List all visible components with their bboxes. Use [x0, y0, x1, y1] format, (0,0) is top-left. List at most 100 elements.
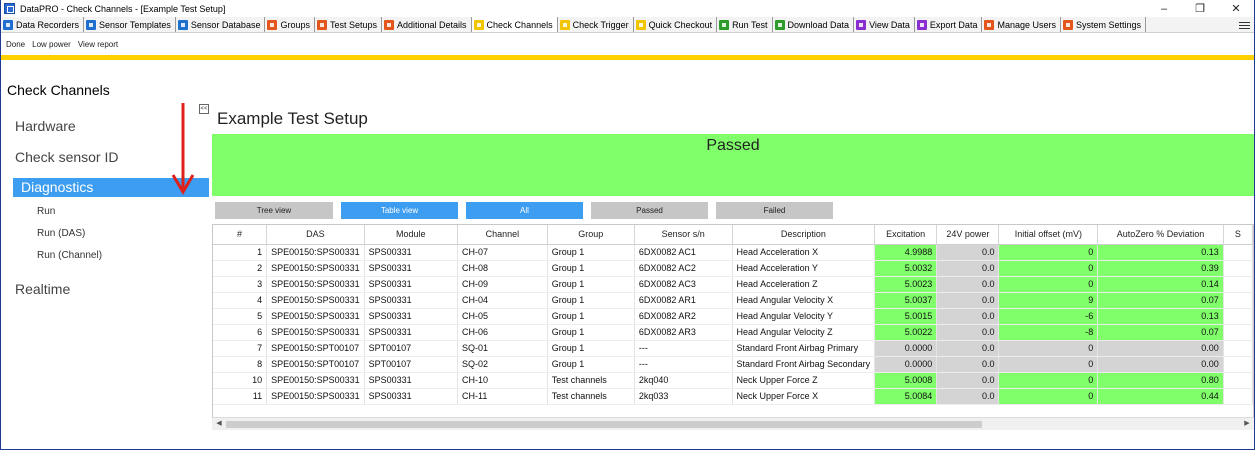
- low-power-link[interactable]: Low power: [32, 40, 71, 49]
- sidebar-item-check-sensor-id[interactable]: Check sensor ID: [15, 149, 118, 165]
- scrollbar-thumb[interactable]: [226, 421, 982, 428]
- column-header[interactable]: Description: [732, 225, 876, 245]
- tab-system-settings[interactable]: System Settings: [1061, 17, 1147, 32]
- tab-label: Test Setups: [329, 19, 377, 30]
- tab-run-test[interactable]: Run Test: [717, 17, 773, 32]
- tree-view-button[interactable]: Tree view: [215, 202, 333, 219]
- filter-failed-button[interactable]: Failed: [716, 202, 833, 219]
- tab-export-data[interactable]: Export Data: [915, 17, 983, 32]
- cell-az: 0.13: [1097, 244, 1224, 261]
- view-data-icon: [856, 19, 867, 30]
- cell-sn: 6DX0082 AR3: [634, 324, 733, 341]
- tab-groups[interactable]: Groups: [265, 17, 315, 32]
- table-row[interactable]: 6 SPE00150:SPS00331 SPS00331 CH-06 Group 1 6D…: [213, 324, 1253, 341]
- data-recorders-icon: [3, 19, 13, 30]
- tab-sensor-templates[interactable]: Sensor Templates: [84, 17, 176, 32]
- sidebar-item-run[interactable]: Run: [37, 206, 55, 217]
- cell-overflow: [1223, 244, 1253, 261]
- check-channels-icon: [473, 19, 484, 30]
- cell-module: SPT00107: [364, 356, 458, 373]
- tab-check-channels[interactable]: Check Channels: [471, 17, 558, 32]
- column-header[interactable]: Sensor s/n: [634, 225, 733, 245]
- table-row[interactable]: 7 SPE00150:SPT00107 SPT00107 SQ-01 Group 1 --…: [213, 340, 1253, 357]
- tab-check-trigger[interactable]: Check Trigger: [558, 17, 634, 32]
- collapse-sidebar-button[interactable]: <<: [199, 104, 209, 114]
- cell-num: 1: [213, 244, 268, 261]
- tab-view-data[interactable]: View Data: [854, 17, 915, 32]
- cell-v24: 0.0: [936, 276, 1000, 293]
- cell-sn: 6DX0082 AR2: [634, 308, 733, 325]
- table-row[interactable]: 1 SPE00150:SPS00331 SPS00331 CH-07 Group 1 6D…: [213, 244, 1253, 261]
- table-row[interactable]: 2 SPE00150:SPS00331 SPS00331 CH-08 Group 1 6D…: [213, 260, 1253, 277]
- cell-exc: 4.9988: [874, 244, 938, 261]
- tab-label: Check Trigger: [572, 19, 629, 30]
- tab-label: Sensor Templates: [99, 19, 171, 30]
- done-link[interactable]: Done: [6, 40, 25, 49]
- tab-additional-details[interactable]: Additional Details: [382, 17, 472, 32]
- column-header[interactable]: Group: [547, 225, 635, 245]
- filter-all-button[interactable]: All: [466, 202, 583, 219]
- table-view-button[interactable]: Table view: [341, 202, 458, 219]
- cell-exc: 5.0023: [874, 276, 938, 293]
- cell-das: SPE00150:SPS00331: [266, 292, 365, 309]
- table-row[interactable]: 3 SPE00150:SPS00331 SPS00331 CH-09 Group 1 6D…: [213, 276, 1253, 293]
- sidebar-item-hardware[interactable]: Hardware: [15, 118, 76, 134]
- scroll-right-icon[interactable]: ▶: [1241, 418, 1253, 430]
- table-row[interactable]: 5 SPE00150:SPS00331 SPS00331 CH-05 Group 1 6D…: [213, 308, 1253, 325]
- cell-v24: 0.0: [936, 372, 1000, 389]
- cell-sn: ---: [634, 356, 733, 373]
- view-report-link[interactable]: View report: [78, 40, 118, 49]
- cell-desc: Head Angular Velocity X: [732, 292, 876, 309]
- run-test-icon: [719, 19, 730, 30]
- tab-quick-checkout[interactable]: Quick Checkout: [634, 17, 718, 32]
- column-header[interactable]: #: [213, 225, 268, 245]
- column-header[interactable]: Module: [364, 225, 458, 245]
- table-row[interactable]: 10 SPE00150:SPS00331 SPS00331 CH-10 Test cha…: [213, 372, 1253, 389]
- window-title: DataPRO - Check Channels - [Example Test…: [20, 3, 226, 14]
- column-header[interactable]: 24V power: [936, 225, 1000, 245]
- cell-overflow: [1223, 276, 1253, 293]
- hamburger-menu-icon[interactable]: [1239, 18, 1250, 32]
- cell-exc: 5.0008: [874, 372, 938, 389]
- cell-group: Group 1: [547, 340, 635, 357]
- column-header[interactable]: Initial offset (mV): [998, 225, 1099, 245]
- cell-az: 0.13: [1097, 308, 1224, 325]
- table-row[interactable]: 4 SPE00150:SPS00331 SPS00331 CH-04 Group 1 6D…: [213, 292, 1253, 309]
- horizontal-scrollbar[interactable]: ◀ ▶: [212, 417, 1254, 430]
- filter-passed-button[interactable]: Passed: [591, 202, 708, 219]
- sidebar-item-run-das[interactable]: Run (DAS): [37, 228, 85, 239]
- cell-num: 11: [213, 388, 268, 405]
- column-header[interactable]: Excitation: [874, 225, 938, 245]
- maximize-button[interactable]: ❐: [1182, 0, 1218, 17]
- tab-test-setups[interactable]: Test Setups: [315, 17, 382, 32]
- cell-overflow: [1223, 324, 1253, 341]
- cell-az: 0.44: [1097, 388, 1224, 405]
- sidebar-item-realtime[interactable]: Realtime: [15, 281, 70, 297]
- title-bar: DataPRO - Check Channels - [Example Test…: [1, 0, 1254, 17]
- table-row[interactable]: 8 SPE00150:SPT00107 SPT00107 SQ-02 Group 1 --…: [213, 356, 1253, 373]
- cell-desc: Head Angular Velocity Z: [732, 324, 876, 341]
- tab-label: Manage Users: [997, 19, 1056, 30]
- scroll-left-icon[interactable]: ◀: [213, 418, 225, 430]
- cell-num: 2: [213, 260, 268, 277]
- table-row[interactable]: 11 SPE00150:SPS00331 SPS00331 CH-11 Test cha…: [213, 388, 1253, 405]
- cell-exc: 5.0032: [874, 260, 938, 277]
- close-button[interactable]: ✕: [1218, 0, 1254, 17]
- column-header[interactable]: AutoZero % Deviation: [1097, 225, 1224, 245]
- column-header[interactable]: DAS: [266, 225, 365, 245]
- sidebar-title: Check Channels: [7, 82, 110, 98]
- tab-download-data[interactable]: Download Data: [773, 17, 855, 32]
- tab-data-recorders[interactable]: Data Recorders: [1, 17, 85, 32]
- test-setup-title: Example Test Setup: [217, 109, 368, 128]
- column-header[interactable]: S: [1223, 225, 1253, 245]
- sensor-database-icon: [177, 19, 188, 30]
- minimize-button[interactable]: –: [1146, 0, 1182, 17]
- cell-v24: 0.0: [936, 356, 1000, 373]
- column-header[interactable]: Channel: [457, 225, 548, 245]
- sidebar-item-run-channel[interactable]: Run (Channel): [37, 250, 102, 261]
- cell-overflow: [1223, 356, 1253, 373]
- system-settings-icon: [1062, 19, 1073, 30]
- tab-sensor-database[interactable]: Sensor Database: [176, 17, 266, 32]
- tab-manage-users[interactable]: Manage Users: [982, 17, 1061, 32]
- cell-channel: CH-04: [457, 292, 548, 309]
